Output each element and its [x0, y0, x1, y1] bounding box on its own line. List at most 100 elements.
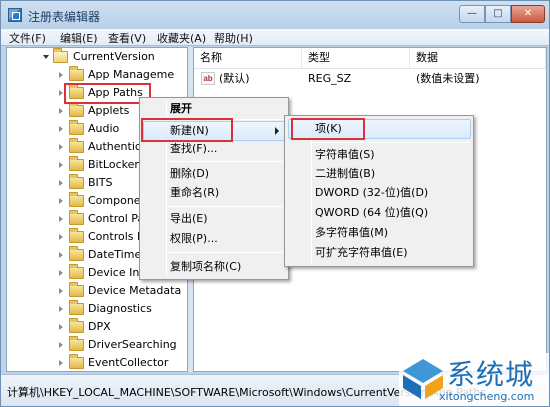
title-bar[interactable]: 注册表编辑器 — □ ✕	[1, 1, 549, 29]
folder-icon	[69, 192, 84, 207]
submenu-item-expandable-string-value[interactable]: 可扩充字符串值(E)	[315, 244, 408, 262]
menu-separator	[168, 252, 284, 253]
tree-item[interactable]: Diagnostics	[7, 300, 187, 318]
menu-item-export[interactable]: 导出(E)	[170, 210, 208, 228]
collapsed-arrow-icon[interactable]	[59, 144, 63, 150]
tree-item[interactable]: DPX	[7, 318, 187, 336]
tree-item-label: BitLocker	[88, 158, 139, 171]
menu-item-rename[interactable]: 重命名(R)	[170, 184, 219, 202]
tree-item-label: Audio	[88, 122, 120, 135]
registry-editor-window: 注册表编辑器 — □ ✕ 文件(F) 编辑(E) 查看(V) 收藏夹(A) 帮助…	[0, 0, 550, 407]
column-header-name[interactable]: 名称	[194, 48, 302, 68]
tree-item-label: CurrentVersion	[73, 50, 155, 63]
open-folder-icon	[53, 48, 68, 63]
folder-icon	[69, 156, 84, 171]
submenu-item-binary-value[interactable]: 二进制值(B)	[315, 165, 375, 183]
menu-item-expand[interactable]: 展开	[170, 100, 192, 118]
menu-item-copy-key-name[interactable]: 复制项名称(C)	[170, 258, 241, 276]
tree-item-label: Diagnostics	[88, 302, 152, 315]
menu-help[interactable]: 帮助(H)	[214, 30, 253, 46]
menu-favorites[interactable]: 收藏夹(A)	[157, 30, 206, 46]
collapsed-arrow-icon[interactable]	[59, 162, 63, 168]
menu-item-find[interactable]: 查找(F)...	[170, 140, 217, 158]
menu-separator	[168, 161, 284, 162]
minimize-button[interactable]: —	[459, 5, 485, 23]
collapsed-arrow-icon[interactable]	[59, 342, 63, 348]
folder-icon	[69, 102, 84, 117]
tree-item[interactable]: EventCollector	[7, 354, 187, 371]
tree-item-label: Device Ins	[88, 266, 146, 279]
tree-item-label: Control Pa	[88, 212, 145, 225]
collapsed-arrow-icon[interactable]	[59, 180, 63, 186]
value-data: (数值未设置)	[416, 72, 480, 85]
column-header-type[interactable]: 类型	[302, 48, 410, 68]
key-item-highlight-box	[291, 118, 365, 140]
tree-item-label: DateTime	[88, 248, 142, 261]
tree-item-label: EventCollector	[88, 356, 169, 369]
collapsed-arrow-icon[interactable]	[59, 360, 63, 366]
header-divider	[194, 68, 546, 69]
menu-bar: 文件(F) 编辑(E) 查看(V) 收藏夹(A) 帮助(H)	[1, 29, 549, 46]
menu-separator	[313, 142, 469, 143]
tree-item-label: Applets	[88, 104, 130, 117]
window-title: 注册表编辑器	[28, 10, 101, 24]
folder-icon	[69, 210, 84, 225]
menu-file[interactable]: 文件(F)	[9, 30, 46, 46]
tree-item-label: DPX	[88, 320, 111, 333]
collapsed-arrow-icon[interactable]	[59, 270, 63, 276]
collapsed-arrow-icon[interactable]	[59, 126, 63, 132]
maximize-button[interactable]: □	[485, 5, 511, 23]
tree-item[interactable]: Device Metadata	[7, 282, 187, 300]
tree-item-currentversion[interactable]: CurrentVersion	[7, 48, 187, 66]
collapsed-arrow-icon[interactable]	[59, 288, 63, 294]
app-paths-highlight-box	[64, 83, 151, 104]
folder-icon	[69, 138, 84, 153]
watermark-url: xitongcheng.com	[439, 390, 535, 403]
submenu-item-multi-string-value[interactable]: 多字符串值(M)	[315, 224, 388, 242]
tree-item-label: BITS	[88, 176, 113, 189]
tree-item[interactable]: DriverSearching	[7, 336, 187, 354]
folder-icon	[69, 318, 84, 333]
collapsed-arrow-icon[interactable]	[59, 108, 63, 114]
collapsed-arrow-icon[interactable]	[59, 72, 63, 78]
submenu-item-string-value[interactable]: 字符串值(S)	[315, 146, 375, 164]
value-name[interactable]: (默认)	[219, 70, 250, 88]
folder-icon	[69, 120, 84, 135]
submenu-item-dword-value[interactable]: DWORD (32-位)值(D)	[315, 184, 428, 202]
menu-item-delete[interactable]: 删除(D)	[170, 165, 209, 183]
collapsed-arrow-icon[interactable]	[59, 234, 63, 240]
column-header-data[interactable]: 数据	[410, 48, 546, 68]
folder-icon	[69, 336, 84, 351]
menu-edit[interactable]: 编辑(E)	[60, 30, 98, 46]
folder-icon	[69, 246, 84, 261]
close-button[interactable]: ✕	[511, 5, 545, 23]
folder-icon	[69, 228, 84, 243]
regedit-app-icon	[8, 8, 22, 22]
folder-icon	[69, 282, 84, 297]
menu-separator	[168, 206, 284, 207]
tree-item-label: Controls F	[88, 230, 144, 243]
new-menu-highlight-box	[141, 118, 233, 142]
submenu-arrow-icon	[275, 127, 279, 135]
collapsed-arrow-icon[interactable]	[59, 198, 63, 204]
collapsed-arrow-icon[interactable]	[59, 90, 63, 96]
folder-icon	[69, 66, 84, 81]
value-type: REG_SZ	[308, 72, 352, 85]
folder-icon	[69, 264, 84, 279]
submenu-item-qword-value[interactable]: QWORD (64 位)值(Q)	[315, 204, 428, 222]
watermark-title: 系统城	[447, 358, 535, 391]
tree-context-menu: 展开 新建(N) 查找(F)... 删除(D) 重命名(R) 导出(E) 权限(…	[139, 97, 289, 280]
collapsed-arrow-icon[interactable]	[59, 216, 63, 222]
tree-item-label: Compone	[88, 194, 141, 207]
tree-item[interactable]: App Manageme	[7, 66, 187, 84]
collapsed-arrow-icon[interactable]	[59, 306, 63, 312]
ab-string-icon: ab	[201, 72, 215, 85]
site-watermark: 系统城 xitongcheng.com	[399, 353, 549, 406]
collapsed-arrow-icon[interactable]	[59, 252, 63, 258]
collapsed-arrow-icon[interactable]	[59, 324, 63, 330]
menu-item-permissions[interactable]: 权限(P)...	[170, 230, 218, 248]
menu-view[interactable]: 查看(V)	[108, 30, 146, 46]
tree-item-label: Device Metadata	[88, 284, 182, 297]
expanded-arrow-icon[interactable]	[43, 55, 49, 59]
tree-item-label: DriverSearching	[88, 338, 177, 351]
